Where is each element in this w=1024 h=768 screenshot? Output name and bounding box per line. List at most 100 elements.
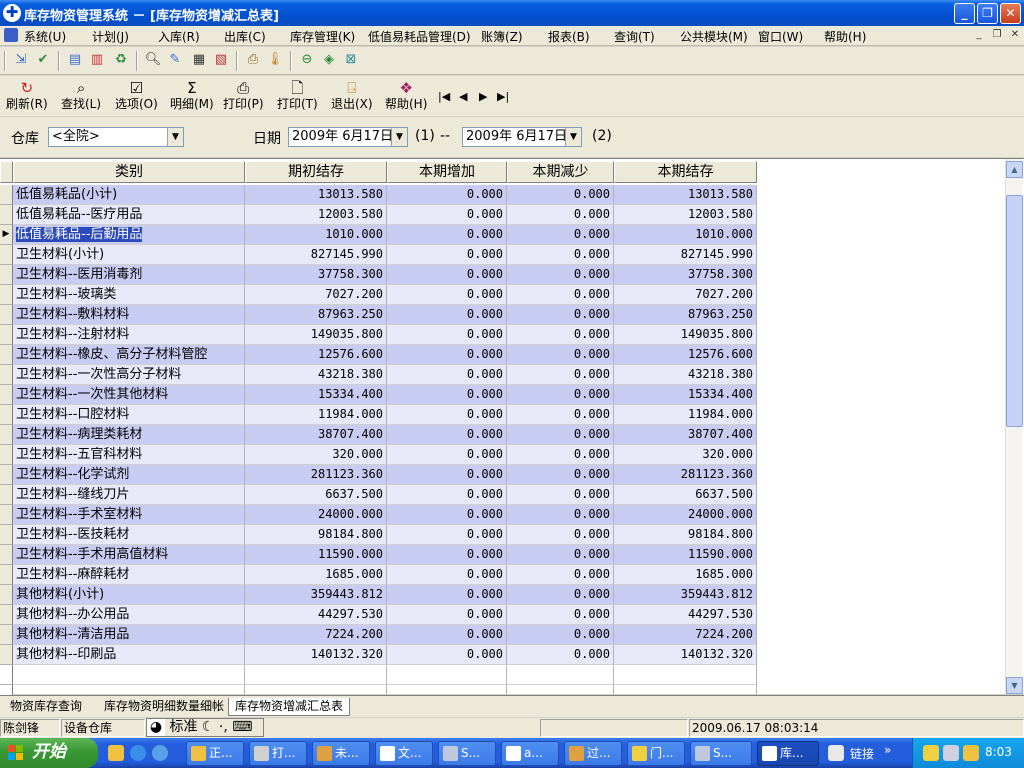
column-header-decrease[interactable]: 本期减少 bbox=[507, 161, 614, 183]
cell-opening[interactable]: 827145.990 bbox=[245, 245, 387, 265]
print-button[interactable]: ⎙ 打印(P) bbox=[223, 79, 264, 111]
cell-decrease[interactable]: 0.000 bbox=[507, 505, 614, 525]
row-indicator[interactable] bbox=[0, 605, 13, 625]
row-indicator[interactable] bbox=[0, 445, 13, 465]
row-indicator[interactable] bbox=[0, 625, 13, 645]
cell-opening[interactable]: 37758.300 bbox=[245, 265, 387, 285]
table-row[interactable]: 卫生材料--玻璃类 7027.200 0.000 0.000 7027.200 bbox=[0, 285, 757, 305]
menu-reports[interactable]: 报表(B) bbox=[548, 28, 590, 45]
language-bar-icon[interactable] bbox=[828, 745, 844, 761]
cell-closing[interactable]: 11984.000 bbox=[614, 405, 757, 425]
cell-opening[interactable]: 149035.800 bbox=[245, 325, 387, 345]
table-row[interactable]: 卫生材料--手术室材料 24000.000 0.000 0.000 24000.000 bbox=[0, 505, 757, 525]
menu-help[interactable]: 帮助(H) bbox=[824, 28, 866, 45]
cell-closing[interactable]: 24000.000 bbox=[614, 505, 757, 525]
print-preview-button[interactable]: 🗋︎ 打印(T) bbox=[277, 79, 318, 111]
cell-increase[interactable]: 0.000 bbox=[387, 485, 507, 505]
scroll-thumb[interactable] bbox=[1006, 195, 1023, 427]
cell-decrease[interactable]: 0.000 bbox=[507, 305, 614, 325]
cell-opening[interactable]: 11590.000 bbox=[245, 545, 387, 565]
menu-system[interactable]: 系统(U) bbox=[24, 28, 66, 45]
cell-increase[interactable]: 0.000 bbox=[387, 185, 507, 205]
menu-window[interactable]: 窗口(W) bbox=[758, 28, 803, 45]
cell-decrease[interactable]: 0.000 bbox=[507, 465, 614, 485]
table-row[interactable]: 卫生材料--麻醉耗材 1685.000 0.000 0.000 1685.000 bbox=[0, 565, 757, 585]
row-indicator[interactable] bbox=[0, 245, 13, 265]
warehouse-select[interactable]: <全院> ▼ bbox=[48, 127, 184, 147]
cell-closing[interactable]: 38707.400 bbox=[614, 425, 757, 445]
table-row[interactable]: 低值易耗品(小计) 13013.580 0.000 0.000 13013.580 bbox=[0, 185, 757, 205]
cell-closing[interactable]: 87963.250 bbox=[614, 305, 757, 325]
table-row[interactable]: 卫生材料--病理类耗材 38707.400 0.000 0.000 38707.400 bbox=[0, 425, 757, 445]
cell-opening[interactable]: 98184.800 bbox=[245, 525, 387, 545]
menu-inbound[interactable]: 入库(R) bbox=[158, 28, 200, 45]
cell-opening[interactable]: 11984.000 bbox=[245, 405, 387, 425]
cell-category[interactable]: 卫生材料(小计) bbox=[13, 245, 245, 265]
cell-decrease[interactable]: 0.000 bbox=[507, 445, 614, 465]
scroll-down-icon[interactable]: ▼ bbox=[1006, 677, 1023, 694]
cell-closing[interactable]: 6637.500 bbox=[614, 485, 757, 505]
table-row[interactable]: 卫生材料--敷料材料 87963.250 0.000 0.000 87963.250 bbox=[0, 305, 757, 325]
row-indicator[interactable] bbox=[0, 585, 13, 605]
row-indicator[interactable] bbox=[0, 365, 13, 385]
chevron-down-icon[interactable]: ▼ bbox=[167, 128, 183, 146]
cell-category[interactable]: 卫生材料--手术室材料 bbox=[13, 505, 245, 525]
last-record-icon[interactable]: ▶| bbox=[497, 90, 509, 103]
cell-closing[interactable]: 827145.990 bbox=[614, 245, 757, 265]
cell-category[interactable]: 其他材料--印刷品 bbox=[13, 645, 245, 665]
cell-category[interactable]: 卫生材料--一次性其他材料 bbox=[13, 385, 245, 405]
check-icon[interactable]: ✔ bbox=[34, 51, 52, 69]
cell-decrease[interactable]: 0.000 bbox=[507, 525, 614, 545]
cell-category[interactable]: 卫生材料--病理类耗材 bbox=[13, 425, 245, 445]
cell-category[interactable]: 卫生材料--五官科材料 bbox=[13, 445, 245, 465]
cell-increase[interactable]: 0.000 bbox=[387, 265, 507, 285]
cell-decrease[interactable]: 0.000 bbox=[507, 565, 614, 585]
cell-category[interactable]: 卫生材料--口腔材料 bbox=[13, 405, 245, 425]
cell-category[interactable]: 卫生材料--缝线刀片 bbox=[13, 485, 245, 505]
cell-increase[interactable]: 0.000 bbox=[387, 645, 507, 665]
chevron-down-icon[interactable]: ▼ bbox=[391, 128, 407, 146]
table-row[interactable]: 卫生材料(小计) 827145.990 0.000 0.000 827145.990 bbox=[0, 245, 757, 265]
row-indicator[interactable] bbox=[0, 185, 13, 205]
recycle-icon[interactable]: ♻ bbox=[112, 51, 130, 69]
table-row[interactable]: ▶ 低值易耗品--后勤用品 1010.000 0.000 0.000 1010.000 bbox=[0, 225, 757, 245]
cell-category[interactable]: 低值易耗品--后勤用品 bbox=[13, 225, 245, 245]
task-item[interactable]: a... bbox=[501, 741, 559, 766]
cell-closing[interactable]: 13013.580 bbox=[614, 185, 757, 205]
date-from-picker[interactable]: 2009年 6月17日 ▼ bbox=[288, 127, 408, 147]
cell-increase[interactable]: 0.000 bbox=[387, 245, 507, 265]
cell-closing[interactable]: 140132.320 bbox=[614, 645, 757, 665]
cell-increase[interactable]: 0.000 bbox=[387, 585, 507, 605]
cell-decrease[interactable]: 0.000 bbox=[507, 545, 614, 565]
vertical-scrollbar[interactable]: ▲ ▼ bbox=[1005, 159, 1023, 694]
ime-punct-icon[interactable]: ·, bbox=[219, 719, 228, 735]
row-indicator[interactable] bbox=[0, 285, 13, 305]
cell-opening[interactable]: 6637.500 bbox=[245, 485, 387, 505]
cell-decrease[interactable]: 0.000 bbox=[507, 625, 614, 645]
mdi-restore-icon[interactable]: ❐ bbox=[990, 29, 1004, 42]
cell-increase[interactable]: 0.000 bbox=[387, 565, 507, 585]
row-indicator[interactable] bbox=[0, 325, 13, 345]
cell-category[interactable]: 其他材料(小计) bbox=[13, 585, 245, 605]
cell-opening[interactable]: 7224.200 bbox=[245, 625, 387, 645]
cell-increase[interactable]: 0.000 bbox=[387, 505, 507, 525]
cell-increase[interactable]: 0.000 bbox=[387, 285, 507, 305]
prev-record-icon[interactable]: ◀ bbox=[459, 90, 467, 103]
row-indicator[interactable] bbox=[0, 425, 13, 445]
row-indicator[interactable] bbox=[0, 645, 13, 665]
table-row[interactable]: 卫生材料--一次性高分子材料 43218.380 0.000 0.000 43218.3… bbox=[0, 365, 757, 385]
cell-decrease[interactable]: 0.000 bbox=[507, 325, 614, 345]
tab-stock-query[interactable]: 物资库存查询 bbox=[4, 698, 88, 716]
cell-closing[interactable]: 320.000 bbox=[614, 445, 757, 465]
tray-icon[interactable] bbox=[963, 745, 979, 761]
menu-ledger[interactable]: 账簿(Z) bbox=[481, 28, 523, 45]
task-item[interactable]: S... bbox=[690, 741, 752, 766]
row-indicator[interactable] bbox=[0, 525, 13, 545]
cell-closing[interactable]: 44297.530 bbox=[614, 605, 757, 625]
task-item-active[interactable]: 库... bbox=[757, 741, 819, 766]
task-item[interactable]: 过... bbox=[564, 741, 622, 766]
options-button[interactable]: ☑ 选项(O) bbox=[115, 79, 158, 111]
row-indicator[interactable] bbox=[0, 405, 13, 425]
cell-opening[interactable]: 140132.320 bbox=[245, 645, 387, 665]
cell-closing[interactable]: 12003.580 bbox=[614, 205, 757, 225]
